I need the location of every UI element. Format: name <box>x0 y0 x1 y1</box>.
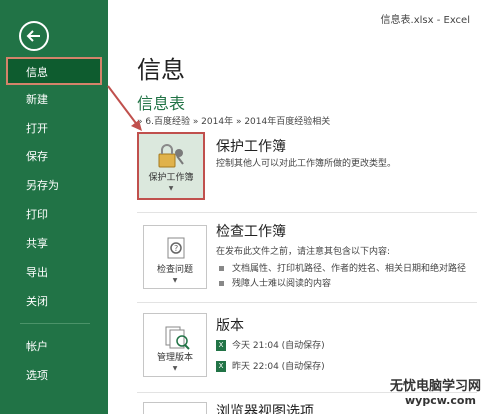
section-divider <box>137 212 477 213</box>
chevron-down-icon: ▼ <box>172 277 178 284</box>
manage-versions-tile-label: 管理版本 <box>156 353 193 363</box>
sidebar-item-save-as[interactable]: 另存为 <box>0 172 108 200</box>
breadcrumb[interactable]: » 6.百度经验 » 2014年 » 2014年百度经验相关 <box>137 114 330 127</box>
svg-text:?: ? <box>174 244 178 253</box>
chevron-down-icon: ▼ <box>172 365 178 372</box>
sidebar-item-account[interactable]: 帐户 <box>0 333 108 361</box>
version-entry[interactable]: X 今天 21:04 (自动保存) <box>216 338 325 351</box>
check-for-issues-tile-label: 检查问题 <box>156 265 193 275</box>
inspect-document-icon: ? <box>160 236 192 262</box>
manage-versions-icon <box>160 324 192 350</box>
versions-title: 版本 <box>216 318 244 334</box>
page-title: 信息 <box>137 56 185 84</box>
check-for-issues-button[interactable]: ? 检查问题 ▼ <box>143 225 207 289</box>
sidebar-item-print[interactable]: 打印 <box>0 201 108 229</box>
version-entry[interactable]: X 昨天 22:04 (自动保存) <box>216 359 325 372</box>
watermark-text: 无忧电脑学习网 <box>390 379 482 394</box>
version-entry-text: 昨天 22:04 (自动保存) <box>232 362 325 372</box>
sidebar-divider <box>20 323 90 324</box>
section-divider <box>137 302 477 303</box>
inspect-bullet: 残障人士难以阅读的内容 <box>219 276 331 289</box>
sidebar-item-options[interactable]: 选项 <box>0 362 108 390</box>
chevron-down-icon: ▼ <box>168 185 174 192</box>
window-file-title: 信息表.xlsx - Excel <box>380 15 470 26</box>
protect-workbook-title: 保护工作簿 <box>216 139 286 155</box>
sidebar-item-save[interactable]: 保存 <box>0 143 108 171</box>
browser-view-options-button[interactable] <box>143 402 207 414</box>
sidebar-item-open[interactable]: 打开 <box>0 115 108 143</box>
sidebar-item-export[interactable]: 导出 <box>0 259 108 287</box>
back-button[interactable] <box>19 21 49 51</box>
inspect-bullet-text: 文档属性、打印机路径、作者的姓名、相关日期和绝对路径 <box>232 264 467 274</box>
excel-file-icon: X <box>216 340 226 351</box>
protect-workbook-button[interactable]: 保护工作簿 ▼ <box>137 132 205 200</box>
sidebar-item-share[interactable]: 共享 <box>0 230 108 258</box>
inspect-bullet-text: 残障人士难以阅读的内容 <box>232 279 332 289</box>
manage-versions-button[interactable]: 管理版本 ▼ <box>143 313 207 377</box>
protect-workbook-tile-label: 保护工作簿 <box>148 173 194 183</box>
inspect-workbook-description: 在发布此文件之前，请注意其包含以下内容: <box>216 247 391 257</box>
sidebar-item-close[interactable]: 关闭 <box>0 288 108 316</box>
watermark-url: wypcw.com <box>405 394 476 407</box>
bullet-square-icon <box>219 281 224 286</box>
bullet-square-icon <box>219 266 224 271</box>
back-arrow-icon <box>26 30 40 42</box>
inspect-bullet: 文档属性、打印机路径、作者的姓名、相关日期和绝对路径 <box>219 261 466 274</box>
lock-key-icon <box>155 144 187 170</box>
sidebar-item-info[interactable]: 信息 <box>6 57 102 85</box>
document-name: 信息表 <box>137 94 186 113</box>
version-entry-text: 今天 21:04 (自动保存) <box>232 341 325 351</box>
inspect-workbook-title: 检查工作簿 <box>216 224 286 240</box>
protect-workbook-description: 控制其他人可以对此工作簿所做的更改类型。 <box>216 159 397 169</box>
browser-view-options-title: 浏览器视图选项 <box>216 404 314 414</box>
backstage-sidebar: 信息 新建 打开 保存 另存为 打印 共享 导出 关闭 帐户 选项 <box>0 0 108 414</box>
excel-file-icon: X <box>216 361 226 372</box>
sidebar-item-new[interactable]: 新建 <box>0 86 108 114</box>
